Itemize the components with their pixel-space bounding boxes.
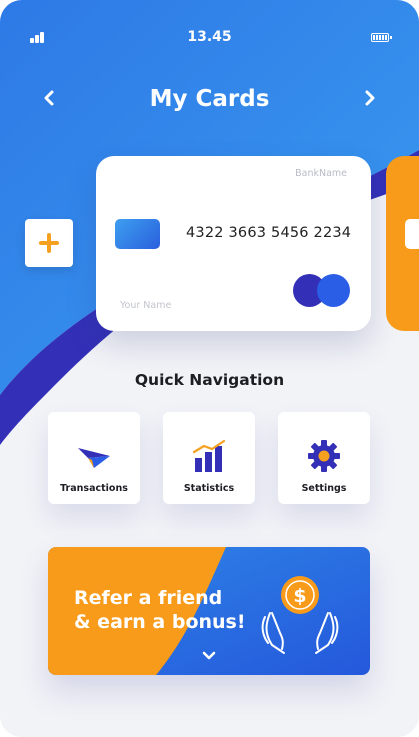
card-chip-icon: [115, 219, 160, 249]
bar-chart-icon: [192, 439, 226, 472]
transactions-label: Transactions: [60, 483, 128, 494]
card-chip-icon: [405, 219, 419, 249]
bank-name: BankName: [295, 168, 347, 179]
card-holder-name: Your Name: [120, 300, 172, 311]
add-card-button[interactable]: [25, 219, 73, 267]
banner-headline-line-1: Refer a friend: [74, 587, 223, 609]
card-number: 4322 3663 5456 2234: [186, 225, 352, 241]
paper-plane-icon: [78, 448, 110, 468]
chevron-down-icon[interactable]: [201, 650, 217, 662]
statistics-tile[interactable]: Statistics: [163, 412, 255, 504]
coin-dollar-symbol: $: [293, 585, 306, 607]
chevron-right-icon[interactable]: [357, 86, 381, 110]
banner-headline-line-2: & earn a bonus!: [74, 611, 246, 633]
bank-card[interactable]: BankName 4322 3663 5456 2234 Your Name: [96, 156, 371, 331]
settings-tile[interactable]: Settings: [278, 412, 370, 504]
hands-coin-icon: $: [261, 576, 339, 654]
referral-banner[interactable]: Refer a friend & earn a bonus! $: [48, 547, 370, 675]
transactions-tile[interactable]: Transactions: [48, 412, 140, 504]
settings-label: Settings: [301, 483, 347, 494]
quick-navigation-title: Quick Navigation: [134, 371, 285, 389]
app-screen: 13.45 My Cards BankName 4322 3663 5456 2…: [0, 0, 419, 737]
statistics-label: Statistics: [183, 483, 235, 494]
status-time: 13.45: [187, 29, 232, 45]
battery-icon: [371, 33, 392, 42]
next-bank-card[interactable]: [386, 156, 419, 331]
status-bar: 13.45: [0, 28, 419, 48]
gear-icon: [308, 440, 340, 472]
